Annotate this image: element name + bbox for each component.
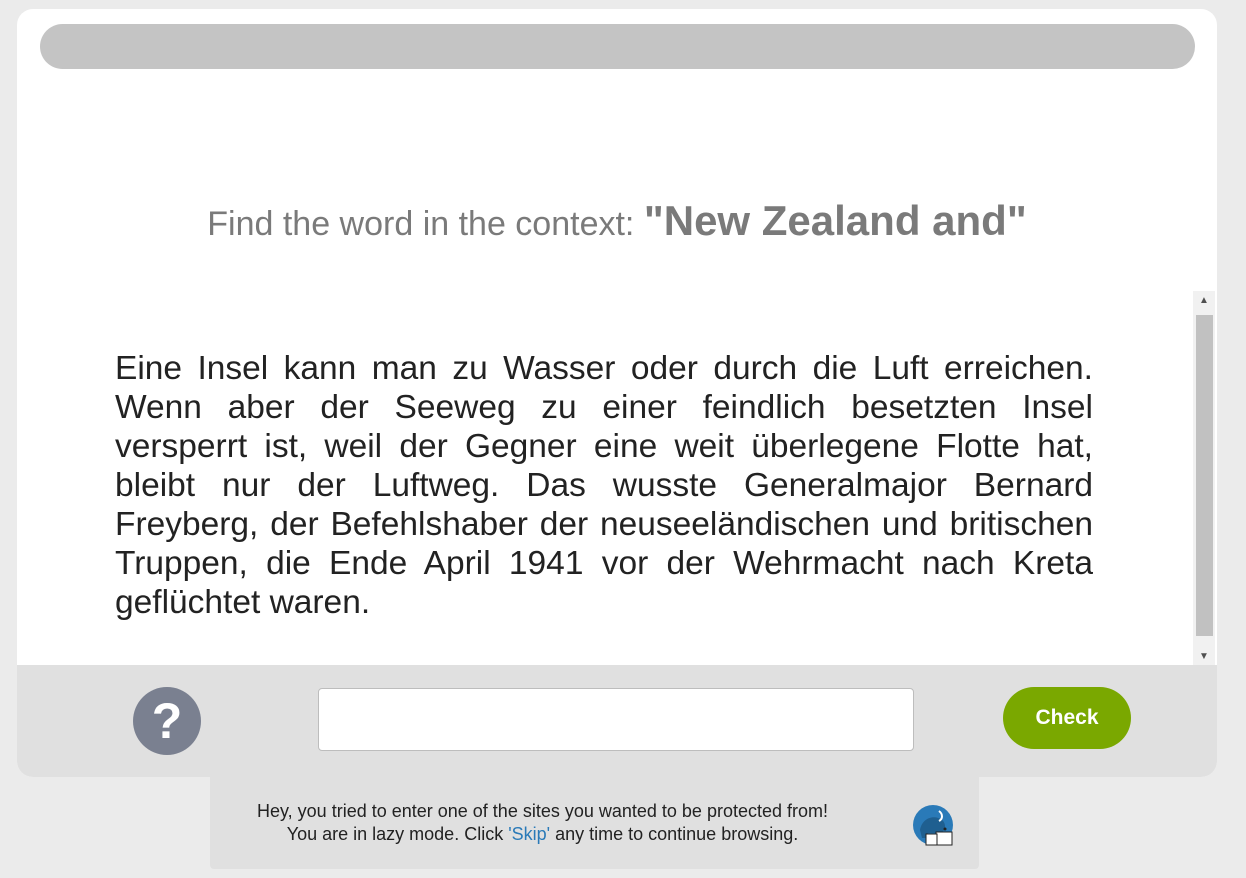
lazy-mode-notice: Hey, you tried to enter one of the sites… [210,777,979,869]
triangle-down-icon: ▼ [1199,650,1209,662]
prompt-prefix: Find the word in the context: [207,205,644,243]
prompt-phrase: "New Zealand and" [643,197,1027,244]
elephant-logo-icon [913,805,953,846]
answer-input[interactable] [318,688,914,751]
notice-line-1: Hey, you tried to enter one of the sites… [257,801,828,821]
help-button[interactable]: ? [133,687,201,755]
triangle-up-icon: ▲ [1199,294,1209,306]
notice-text: Hey, you tried to enter one of the sites… [210,800,875,846]
check-button[interactable]: Check [1003,687,1131,749]
scroll-down-button[interactable]: ▼ [1193,647,1215,665]
exercise-card: Find the word in the context: "New Zeala… [17,9,1217,777]
scroll-up-button[interactable]: ▲ [1193,291,1215,309]
notice-line-2-before: You are in lazy mode. Click [286,824,509,844]
notice-line-2-after: any time to continue browsing. [550,824,799,844]
progress-bar [40,24,1195,69]
context-panel: Eine Insel kann man zu Wasser oder durch… [17,291,1217,665]
answer-bar: ? Check [17,665,1217,777]
prompt-heading: Find the word in the context: "New Zeala… [17,197,1217,245]
skip-link[interactable]: 'Skip' [508,824,550,844]
context-text: Eine Insel kann man zu Wasser oder durch… [115,350,1093,621]
context-scrollbar[interactable]: ▲ ▼ [1193,291,1215,665]
question-mark-icon: ? [151,693,183,749]
scroll-thumb[interactable] [1196,315,1213,636]
